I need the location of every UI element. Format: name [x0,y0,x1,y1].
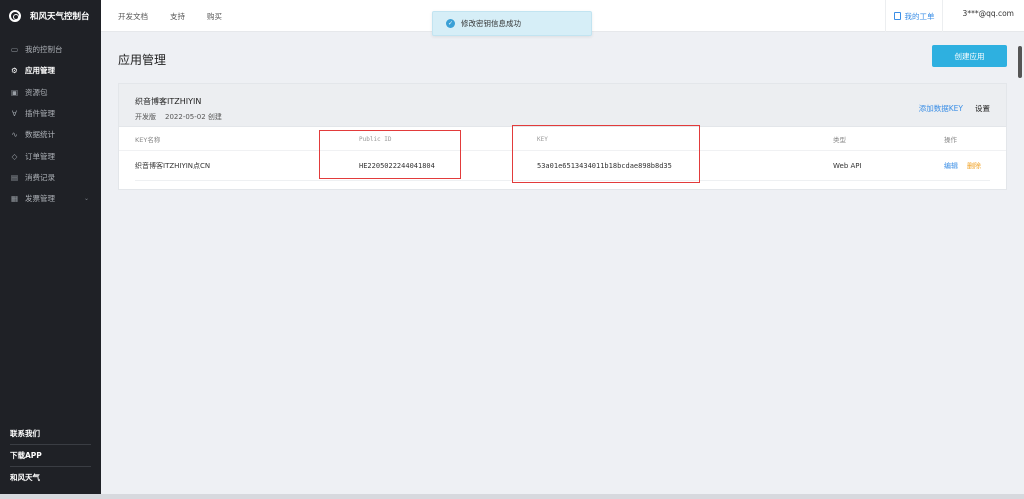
buy-link[interactable]: 购买 [207,11,222,22]
tag-icon: ◇ [11,151,18,161]
sidebar-item-plugins[interactable]: ∀ 插件管理 [0,103,101,124]
sidebar-item-label: 资源包 [25,87,48,97]
stats-icon: ∿ [11,130,18,140]
app-created: 2022-05-02 创建 [165,113,222,121]
sidebar-item-label: 插件管理 [25,109,55,119]
success-toast: ✓ 修改密钥信息成功 [432,11,592,36]
type-cell: Web API [833,161,862,170]
sidebar-nav: ▭ 我的控制台 ⚙ 应用管理 ▣ 资源包 ∀ 插件管理 ∿ 数据统计 ◇ 订单管… [0,39,101,209]
sidebar-item-stats[interactable]: ∿ 数据统计 [0,124,101,145]
app-edition: 开发版 [135,113,156,121]
top-nav: 开发文档 支持 购买 [118,0,222,32]
work-order-label: 我的工单 [904,11,935,21]
sidebar-item-label: 订单管理 [25,151,55,161]
key-highlight [512,125,700,183]
actions-cell: 编辑 删除 [944,151,981,180]
col-key-name: KEY名称 [135,136,161,144]
sidebar-item-packages[interactable]: ▣ 资源包 [0,82,101,103]
gear-icon: ⚙ [11,66,18,76]
sidebar-item-label: 我的控制台 [25,45,63,55]
sidebar-item-invoices[interactable]: ▦ 发票管理 ⌄ [0,188,101,209]
qweather-link[interactable]: 和风天气 [0,467,101,488]
scrollbar[interactable] [1018,46,1022,78]
col-type: 类型 [833,136,846,144]
create-app-button[interactable]: 创建应用 [932,45,1007,67]
chevron-down-icon[interactable]: ⌄ [84,195,89,202]
sidebar: 和风天气控制台 ▭ 我的控制台 ⚙ 应用管理 ▣ 资源包 ∀ 插件管理 ∿ 数据… [0,0,101,494]
settings-link[interactable]: 设置 [975,103,990,114]
support-link[interactable]: 支持 [170,11,185,22]
delete-button[interactable]: 删除 [967,161,981,171]
edit-button[interactable]: 编辑 [944,161,958,171]
col-actions: 操作 [944,136,957,144]
sidebar-item-label: 消费记录 [25,172,55,182]
bottom-strip [0,494,1024,499]
receipt-icon: ▤ [10,172,19,182]
app-name: 织音博客ITZHIYIN [135,97,202,106]
public-id-highlight [319,130,461,179]
add-key-link[interactable]: 添加数据KEY [919,103,963,114]
brand-title: 和风天气控制台 [30,12,90,22]
app-card-header: 织音博客ITZHIYIN 开发版 2022-05-02 创建 添加数据KEY 设… [119,84,1006,127]
sidebar-footer: 联系我们 下载APP 和风天气 [0,423,101,494]
sidebar-item-dashboard[interactable]: ▭ 我的控制台 [0,39,101,60]
work-order-button[interactable]: 我的工单 [885,0,943,32]
sidebar-item-label: 数据统计 [25,130,55,140]
document-icon [893,12,901,20]
check-circle-icon: ✓ [446,19,455,28]
sidebar-item-billing[interactable]: ▤ 消费记录 [0,167,101,188]
docs-link[interactable]: 开发文档 [118,11,148,22]
page-title: 应用管理 [118,53,167,67]
user-account[interactable]: 3***@qq.com [963,9,1014,18]
sidebar-item-label: 发票管理 [25,194,55,204]
sidebar-item-orders[interactable]: ◇ 订单管理 [0,145,101,166]
plugin-icon: ∀ [11,109,18,119]
invoice-icon: ▦ [10,194,19,204]
brand[interactable]: 和风天气控制台 [0,0,101,32]
contact-link[interactable]: 联系我们 [0,423,101,444]
app-meta: 开发版 2022-05-02 创建 [135,112,222,122]
package-icon: ▣ [10,87,19,97]
key-name-cell: 织音博客ITZHIYIN点CN [135,161,211,170]
brand-logo-icon [9,10,21,22]
monitor-icon: ▭ [10,45,19,55]
sidebar-item-label: 应用管理 [25,66,55,76]
sidebar-item-apps[interactable]: ⚙ 应用管理 [0,60,101,81]
download-app-link[interactable]: 下载APP [0,445,101,466]
toast-message: 修改密钥信息成功 [461,19,521,28]
